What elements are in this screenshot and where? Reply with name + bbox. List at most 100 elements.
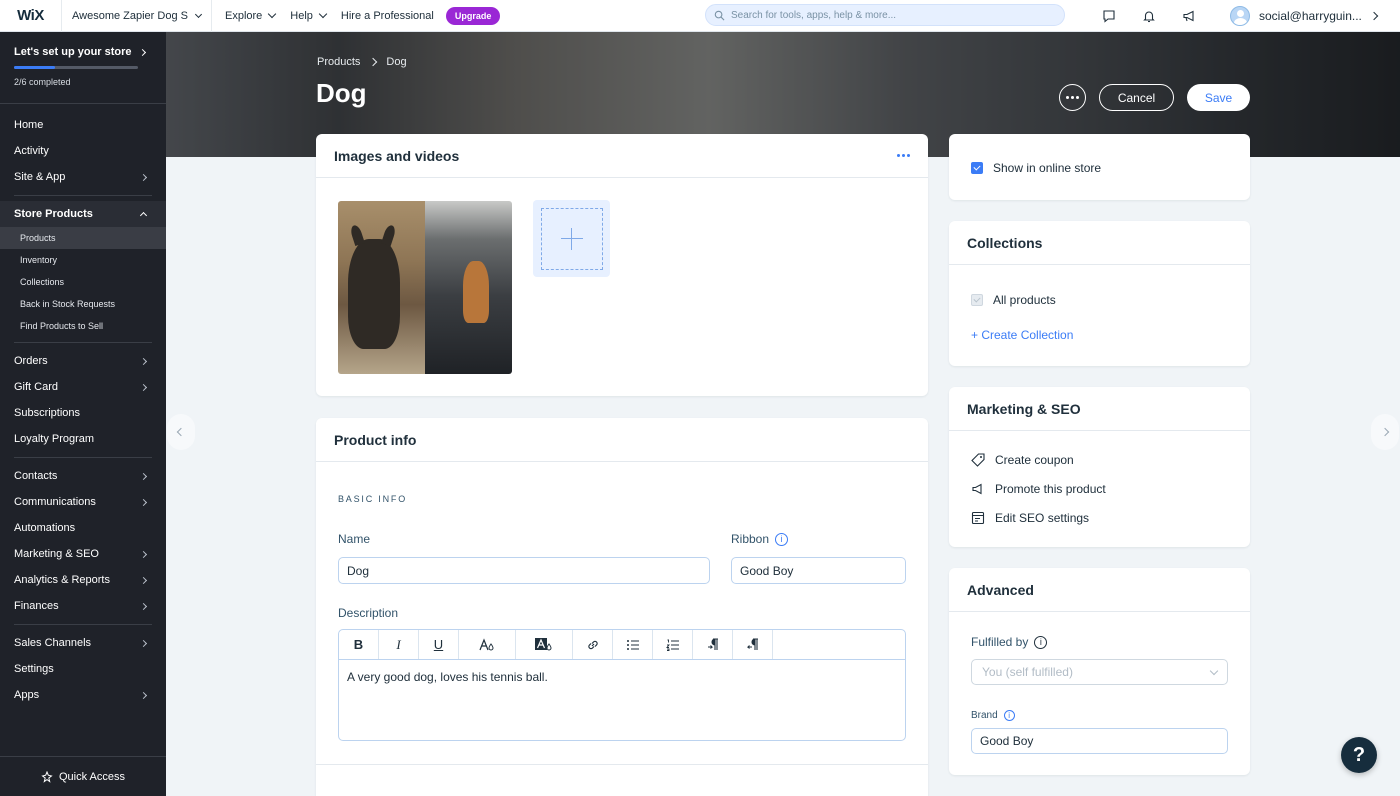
ribbon-label: Ribbon bbox=[731, 532, 770, 546]
editor-toolbar: B I U bbox=[339, 630, 905, 660]
sidebar-item-communications[interactable]: Communications bbox=[0, 489, 166, 515]
sidebar-subitem-products[interactable]: Products bbox=[0, 227, 166, 249]
add-media-button[interactable] bbox=[533, 200, 610, 277]
chevron-up-icon bbox=[139, 211, 148, 220]
dog-photo-2 bbox=[425, 201, 512, 374]
quick-access-icon bbox=[41, 770, 53, 783]
numbered-list-icon[interactable] bbox=[653, 630, 693, 659]
sidebar-subitem-collections[interactable]: Collections bbox=[0, 271, 166, 293]
sidebar-item-label: Home bbox=[14, 119, 44, 131]
setup-count: 2/6 completed bbox=[14, 77, 71, 87]
quick-access-button[interactable]: Quick Access bbox=[0, 756, 166, 796]
ltr-direction-icon[interactable] bbox=[693, 630, 733, 659]
ribbon-label-group: Ribbon i bbox=[731, 532, 789, 546]
help-button[interactable]: ? bbox=[1341, 737, 1377, 773]
sidebar-subitem-inventory[interactable]: Inventory bbox=[0, 249, 166, 271]
sidebar-item-label: Gift Card bbox=[14, 381, 59, 393]
chevron-right-icon bbox=[139, 602, 148, 610]
underline-icon[interactable]: U bbox=[419, 630, 459, 659]
product-image[interactable] bbox=[338, 201, 512, 374]
user-menu[interactable]: social@harryguin... bbox=[1230, 0, 1379, 32]
coupon-icon bbox=[971, 453, 985, 467]
chat-icon[interactable] bbox=[1100, 7, 1118, 25]
sidebar-item-activity[interactable]: Activity bbox=[0, 138, 166, 164]
hire-professional-link[interactable]: Hire a Professional bbox=[341, 10, 434, 22]
setup-progress-fill bbox=[14, 66, 56, 69]
cancel-button[interactable]: Cancel bbox=[1099, 84, 1174, 111]
italic-icon[interactable]: I bbox=[379, 630, 419, 659]
save-button[interactable]: Save bbox=[1187, 84, 1250, 111]
create-collection-link[interactable]: + Create Collection bbox=[971, 328, 1073, 342]
highlight-color-icon[interactable] bbox=[516, 630, 573, 659]
sidebar-item-label: Analytics & Reports bbox=[14, 574, 110, 586]
help-menu[interactable]: Help bbox=[290, 10, 326, 22]
sidebar-item-marketing-seo[interactable]: Marketing & SEO bbox=[0, 541, 166, 567]
sidebar-item-automations[interactable]: Automations bbox=[0, 515, 166, 541]
promote-product-link[interactable]: Promote this product bbox=[971, 482, 1106, 496]
sidebar-item-label: Communications bbox=[14, 496, 96, 508]
bullet-list-icon[interactable] bbox=[613, 630, 653, 659]
bold-icon[interactable]: B bbox=[339, 630, 379, 659]
name-label: Name bbox=[338, 532, 371, 546]
sidebar-subitem-back-in-stock[interactable]: Back in Stock Requests bbox=[0, 293, 166, 315]
site-selector[interactable]: Awesome Zapier Dog S bbox=[62, 0, 212, 32]
rtl-direction-icon[interactable] bbox=[733, 630, 773, 659]
card-title: Advanced bbox=[967, 581, 1034, 598]
brand-field[interactable]: Good Boy bbox=[971, 728, 1228, 754]
sidebar-item-subscriptions[interactable]: Subscriptions bbox=[0, 400, 166, 426]
info-icon[interactable]: i bbox=[1003, 710, 1015, 721]
chevron-right-icon bbox=[139, 472, 148, 480]
link-icon[interactable] bbox=[573, 630, 613, 659]
sidebar-item-settings[interactable]: Settings bbox=[0, 656, 166, 682]
chevron-right-icon bbox=[139, 173, 148, 181]
divider bbox=[14, 195, 152, 196]
upgrade-button[interactable]: Upgrade bbox=[445, 6, 501, 25]
sidebar-item-orders[interactable]: Orders bbox=[0, 348, 166, 374]
card-title: Images and videos bbox=[334, 147, 460, 164]
setup-progress[interactable]: Let's set up your store 2/6 completed bbox=[0, 32, 166, 104]
promote-product-label: Promote this product bbox=[995, 482, 1106, 496]
megaphone-icon[interactable] bbox=[1180, 7, 1198, 25]
more-actions-button[interactable] bbox=[1059, 84, 1086, 111]
more-options-icon[interactable] bbox=[897, 154, 910, 157]
sidebar: Let's set up your store 2/6 completed Ho… bbox=[0, 32, 166, 796]
sidebar-item-loyalty[interactable]: Loyalty Program bbox=[0, 426, 166, 452]
create-coupon-link[interactable]: Create coupon bbox=[971, 453, 1074, 467]
text-color-icon[interactable] bbox=[459, 630, 516, 659]
sidebar-item-contacts[interactable]: Contacts bbox=[0, 463, 166, 489]
description-text[interactable]: A very good dog, loves his tennis ball. bbox=[339, 660, 905, 694]
next-product-button[interactable] bbox=[1371, 414, 1399, 450]
setup-progress-bar bbox=[14, 66, 138, 69]
sidebar-item-gift-card[interactable]: Gift Card bbox=[0, 374, 166, 400]
bell-icon[interactable] bbox=[1140, 7, 1158, 25]
user-email: social@harryguin... bbox=[1259, 9, 1362, 23]
sidebar-item-finances[interactable]: Finances bbox=[0, 593, 166, 619]
sidebar-item-apps[interactable]: Apps bbox=[0, 682, 166, 708]
sidebar-item-store-products[interactable]: Store Products bbox=[0, 201, 166, 227]
name-field[interactable]: Dog bbox=[338, 557, 710, 584]
edit-seo-link[interactable]: Edit SEO settings bbox=[971, 511, 1089, 525]
explore-menu[interactable]: Explore bbox=[225, 10, 275, 22]
info-icon[interactable]: i bbox=[1034, 635, 1048, 649]
sidebar-item-home[interactable]: Home bbox=[0, 112, 166, 138]
fulfilled-by-select[interactable]: You (self fulfilled) bbox=[971, 659, 1228, 685]
sidebar-item-site-app[interactable]: Site & App bbox=[0, 164, 166, 190]
sidebar-item-analytics[interactable]: Analytics & Reports bbox=[0, 567, 166, 593]
description-editor[interactable]: B I U A very good dog, loves his tennis … bbox=[338, 629, 906, 741]
sidebar-item-sales-channels[interactable]: Sales Channels bbox=[0, 630, 166, 656]
sidebar-item-label: Sales Channels bbox=[14, 637, 92, 649]
sidebar-subitem-find-products[interactable]: Find Products to Sell bbox=[0, 315, 166, 337]
search-icon bbox=[714, 10, 725, 20]
collections-card: Collections All products + Create Collec… bbox=[949, 221, 1250, 366]
info-icon[interactable]: i bbox=[775, 532, 789, 546]
search-input[interactable]: Search for tools, apps, help & more... bbox=[705, 4, 1065, 26]
show-online-toggle[interactable]: Show in online store bbox=[971, 161, 1101, 175]
checkbox-checked[interactable] bbox=[971, 162, 983, 174]
ribbon-field[interactable]: Good Boy bbox=[731, 557, 906, 584]
chevron-down-icon bbox=[194, 10, 203, 18]
chevron-right-icon bbox=[138, 48, 146, 56]
wix-logo[interactable]: WiX bbox=[0, 0, 62, 32]
breadcrumb-products[interactable]: Products bbox=[317, 56, 360, 68]
prev-product-button[interactable] bbox=[167, 414, 195, 450]
divider bbox=[14, 457, 152, 458]
